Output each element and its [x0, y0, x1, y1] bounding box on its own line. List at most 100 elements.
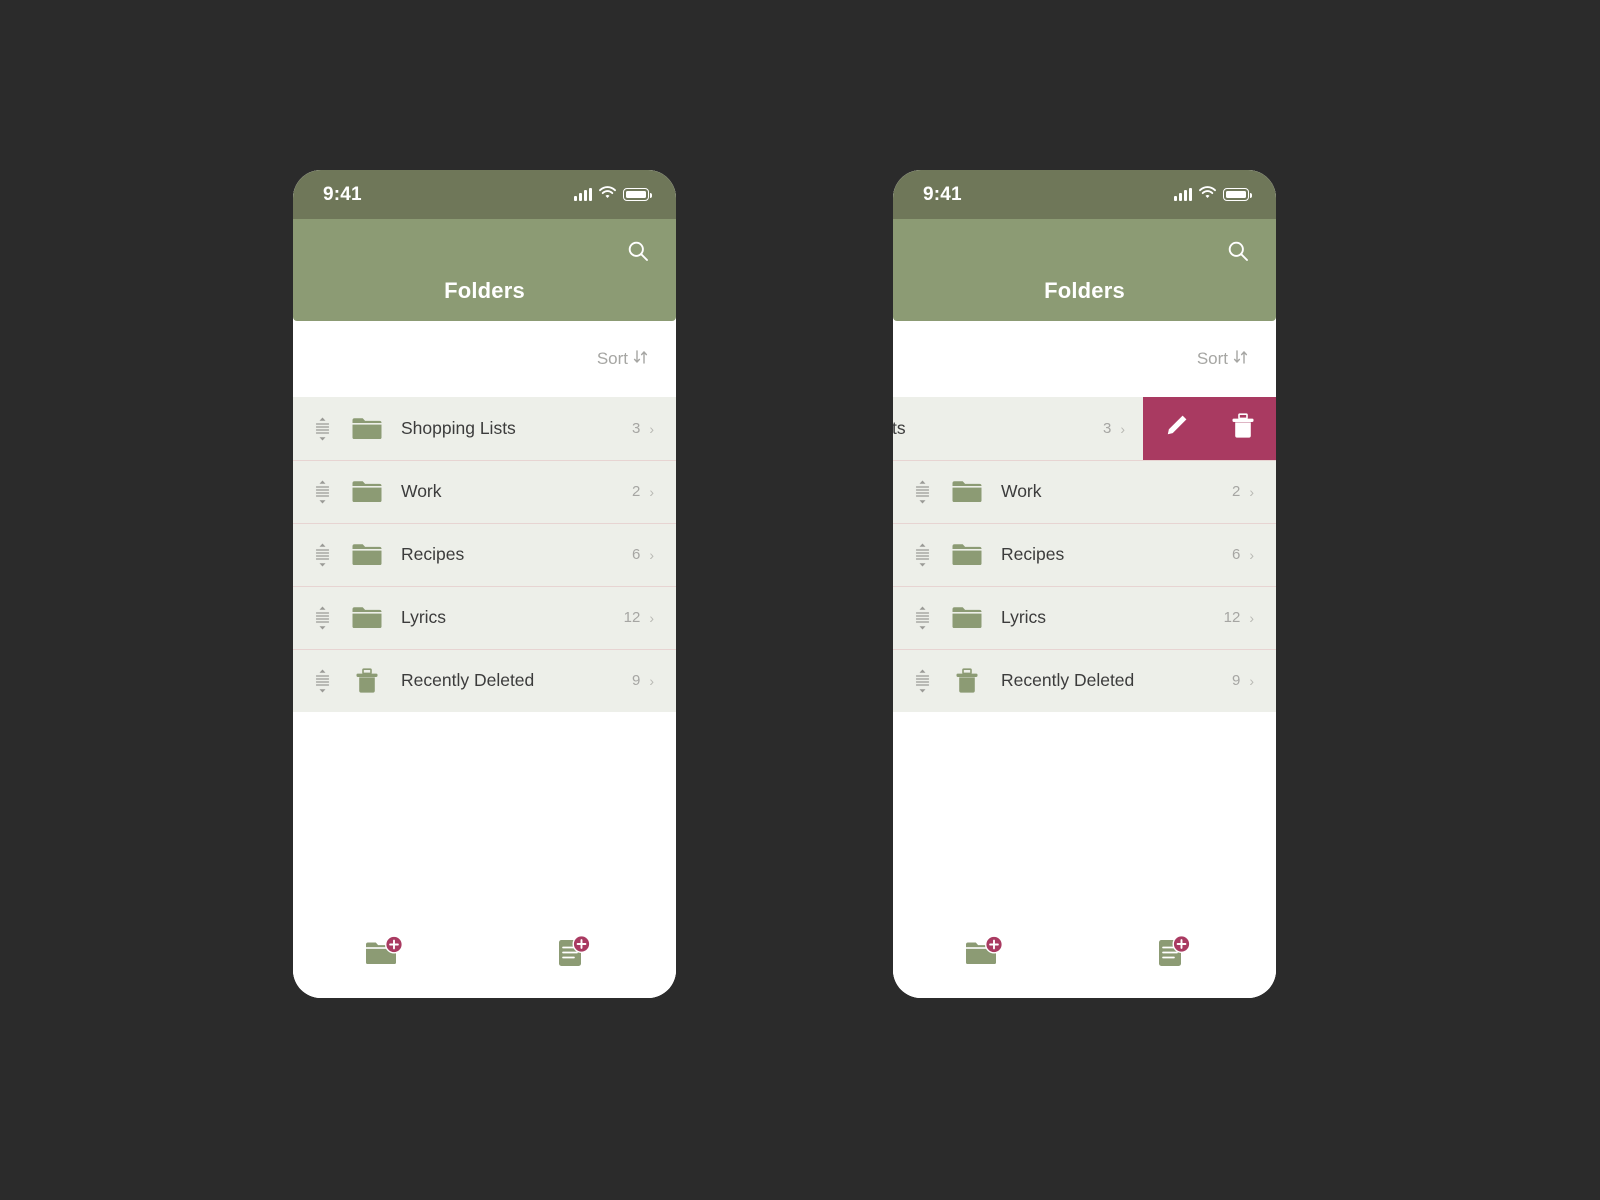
new-note-button[interactable]: [1150, 929, 1196, 975]
new-note-button[interactable]: [550, 929, 596, 975]
folder-name: Shopping Lists: [401, 418, 516, 438]
delete-button[interactable]: [1219, 405, 1267, 453]
status-bar: 9:41: [893, 170, 1276, 219]
table-row[interactable]: Recipes 6 ›: [293, 523, 676, 586]
folder-list: Shopping Lists 3 › Work 2 › Recipes 6 › …: [293, 397, 676, 712]
row-trailing: 9 ›: [632, 672, 654, 689]
folder-count: 12: [1223, 609, 1241, 626]
folder-name: Work: [401, 481, 442, 501]
swipe-action-panel: [1143, 397, 1276, 460]
bottom-toolbar: [293, 906, 676, 998]
table-row-swiped[interactable]: pping Lists 3 ›: [893, 397, 1276, 460]
folder-count: 9: [1231, 672, 1241, 689]
chevron-right-icon: ›: [1249, 609, 1254, 626]
drag-handle-icon[interactable]: [311, 604, 333, 632]
sort-button[interactable]: Sort: [597, 349, 648, 370]
drag-handle-icon[interactable]: [311, 667, 333, 695]
folder-icon: [949, 603, 985, 633]
folder-name-truncated: pping Lists: [893, 418, 906, 438]
row-trailing: 12 ›: [1224, 609, 1254, 626]
table-row[interactable]: Recently Deleted 9 ›: [893, 649, 1276, 712]
chevron-right-icon: ›: [649, 546, 654, 563]
new-folder-button[interactable]: [961, 929, 1007, 975]
swiped-row-face[interactable]: pping Lists 3 ›: [893, 397, 1143, 460]
folder-name: Work: [1001, 481, 1042, 501]
status-bar-icons: [574, 185, 652, 204]
row-trailing: 6 ›: [632, 546, 654, 563]
nav-header: Folders: [293, 219, 676, 321]
folder-icon: [349, 603, 385, 633]
table-row[interactable]: Recently Deleted 9 ›: [293, 649, 676, 712]
cellular-signal-icon: [1174, 188, 1192, 201]
chevron-right-icon: ›: [649, 420, 654, 437]
search-icon[interactable]: [1220, 233, 1256, 269]
folder-count: 2: [1231, 483, 1241, 500]
phone-mockup-swiped: 9:41 Folders Sort ts 3 › Work 2 › Recipe…: [893, 170, 1276, 998]
wifi-icon: [1199, 185, 1216, 204]
folder-name: Recipes: [1001, 544, 1065, 564]
sort-button[interactable]: Sort: [1197, 349, 1248, 370]
sort-arrows-icon: [1233, 349, 1248, 370]
canvas: 9:41 Folders Sort Shopping Lists 3 › Wor…: [0, 0, 1600, 1200]
status-bar: 9:41: [293, 170, 676, 219]
content-spacer: [293, 712, 676, 906]
row-trailing: 2 ›: [632, 483, 654, 500]
sort-bar: Sort: [293, 321, 676, 397]
content-spacer: [893, 712, 1276, 906]
sort-button-label: Sort: [596, 349, 628, 368]
table-row[interactable]: Lyrics 12 ›: [893, 586, 1276, 649]
folder-name: Lyrics: [401, 607, 447, 627]
folder-count: 3: [631, 420, 641, 437]
battery-icon: [1223, 188, 1252, 201]
table-row[interactable]: Work 2 ›: [893, 460, 1276, 523]
trash-icon: [1231, 413, 1255, 444]
edit-button[interactable]: [1152, 405, 1200, 453]
page-title: Folders: [1044, 278, 1125, 303]
drag-handle-icon[interactable]: [311, 541, 333, 569]
trash-icon: [949, 666, 985, 696]
sort-arrows-icon: [633, 349, 648, 370]
table-row[interactable]: Work 2 ›: [293, 460, 676, 523]
row-trailing: 3 ›: [632, 420, 654, 437]
chevron-right-icon: ›: [1120, 420, 1125, 437]
folder-icon: [949, 477, 985, 507]
app-screen: 9:41 Folders Sort Shopping Lists 3 › Wor…: [293, 170, 676, 998]
folder-name: Recently Deleted: [401, 670, 535, 690]
chevron-right-icon: ›: [649, 672, 654, 689]
folder-count: 6: [1231, 546, 1241, 563]
folder-count: 6: [631, 546, 641, 563]
drag-handle-icon[interactable]: [311, 415, 333, 443]
chevron-right-icon: ›: [1249, 672, 1254, 689]
table-row[interactable]: Shopping Lists 3 ›: [293, 397, 676, 460]
drag-handle-icon[interactable]: [911, 667, 933, 695]
drag-handle-icon[interactable]: [311, 478, 333, 506]
folder-count: 9: [631, 672, 641, 689]
drag-handle-icon[interactable]: [911, 604, 933, 632]
cellular-signal-icon: [574, 188, 592, 201]
pencil-icon: [1163, 413, 1189, 444]
status-bar-time: 9:41: [923, 183, 962, 205]
app-screen-swiped: 9:41 Folders Sort ts 3 › Work 2 › Recipe…: [893, 170, 1276, 998]
folder-count: 3: [1102, 420, 1112, 437]
wifi-icon: [599, 185, 616, 204]
drag-handle-icon[interactable]: [911, 541, 933, 569]
phone-mockup-default: 9:41 Folders Sort Shopping Lists 3 › Wor…: [293, 170, 676, 998]
folder-count: 2: [631, 483, 641, 500]
search-icon[interactable]: [620, 233, 656, 269]
bottom-toolbar: [893, 906, 1276, 998]
table-row[interactable]: Recipes 6 ›: [893, 523, 1276, 586]
folder-icon: [349, 540, 385, 570]
chevron-right-icon: ›: [1249, 546, 1254, 563]
new-folder-button[interactable]: [361, 929, 407, 975]
table-row[interactable]: Lyrics 12 ›: [293, 586, 676, 649]
status-bar-time: 9:41: [323, 183, 362, 205]
folder-count: 12: [623, 609, 641, 626]
sort-button-label: Sort: [1196, 349, 1228, 368]
folder-name: Recently Deleted: [1001, 670, 1135, 690]
drag-handle-icon[interactable]: [911, 478, 933, 506]
chevron-right-icon: ›: [649, 483, 654, 500]
folder-name: Lyrics: [1001, 607, 1047, 627]
battery-icon: [623, 188, 652, 201]
sort-bar: Sort: [893, 321, 1276, 397]
status-bar-icons: [1174, 185, 1252, 204]
